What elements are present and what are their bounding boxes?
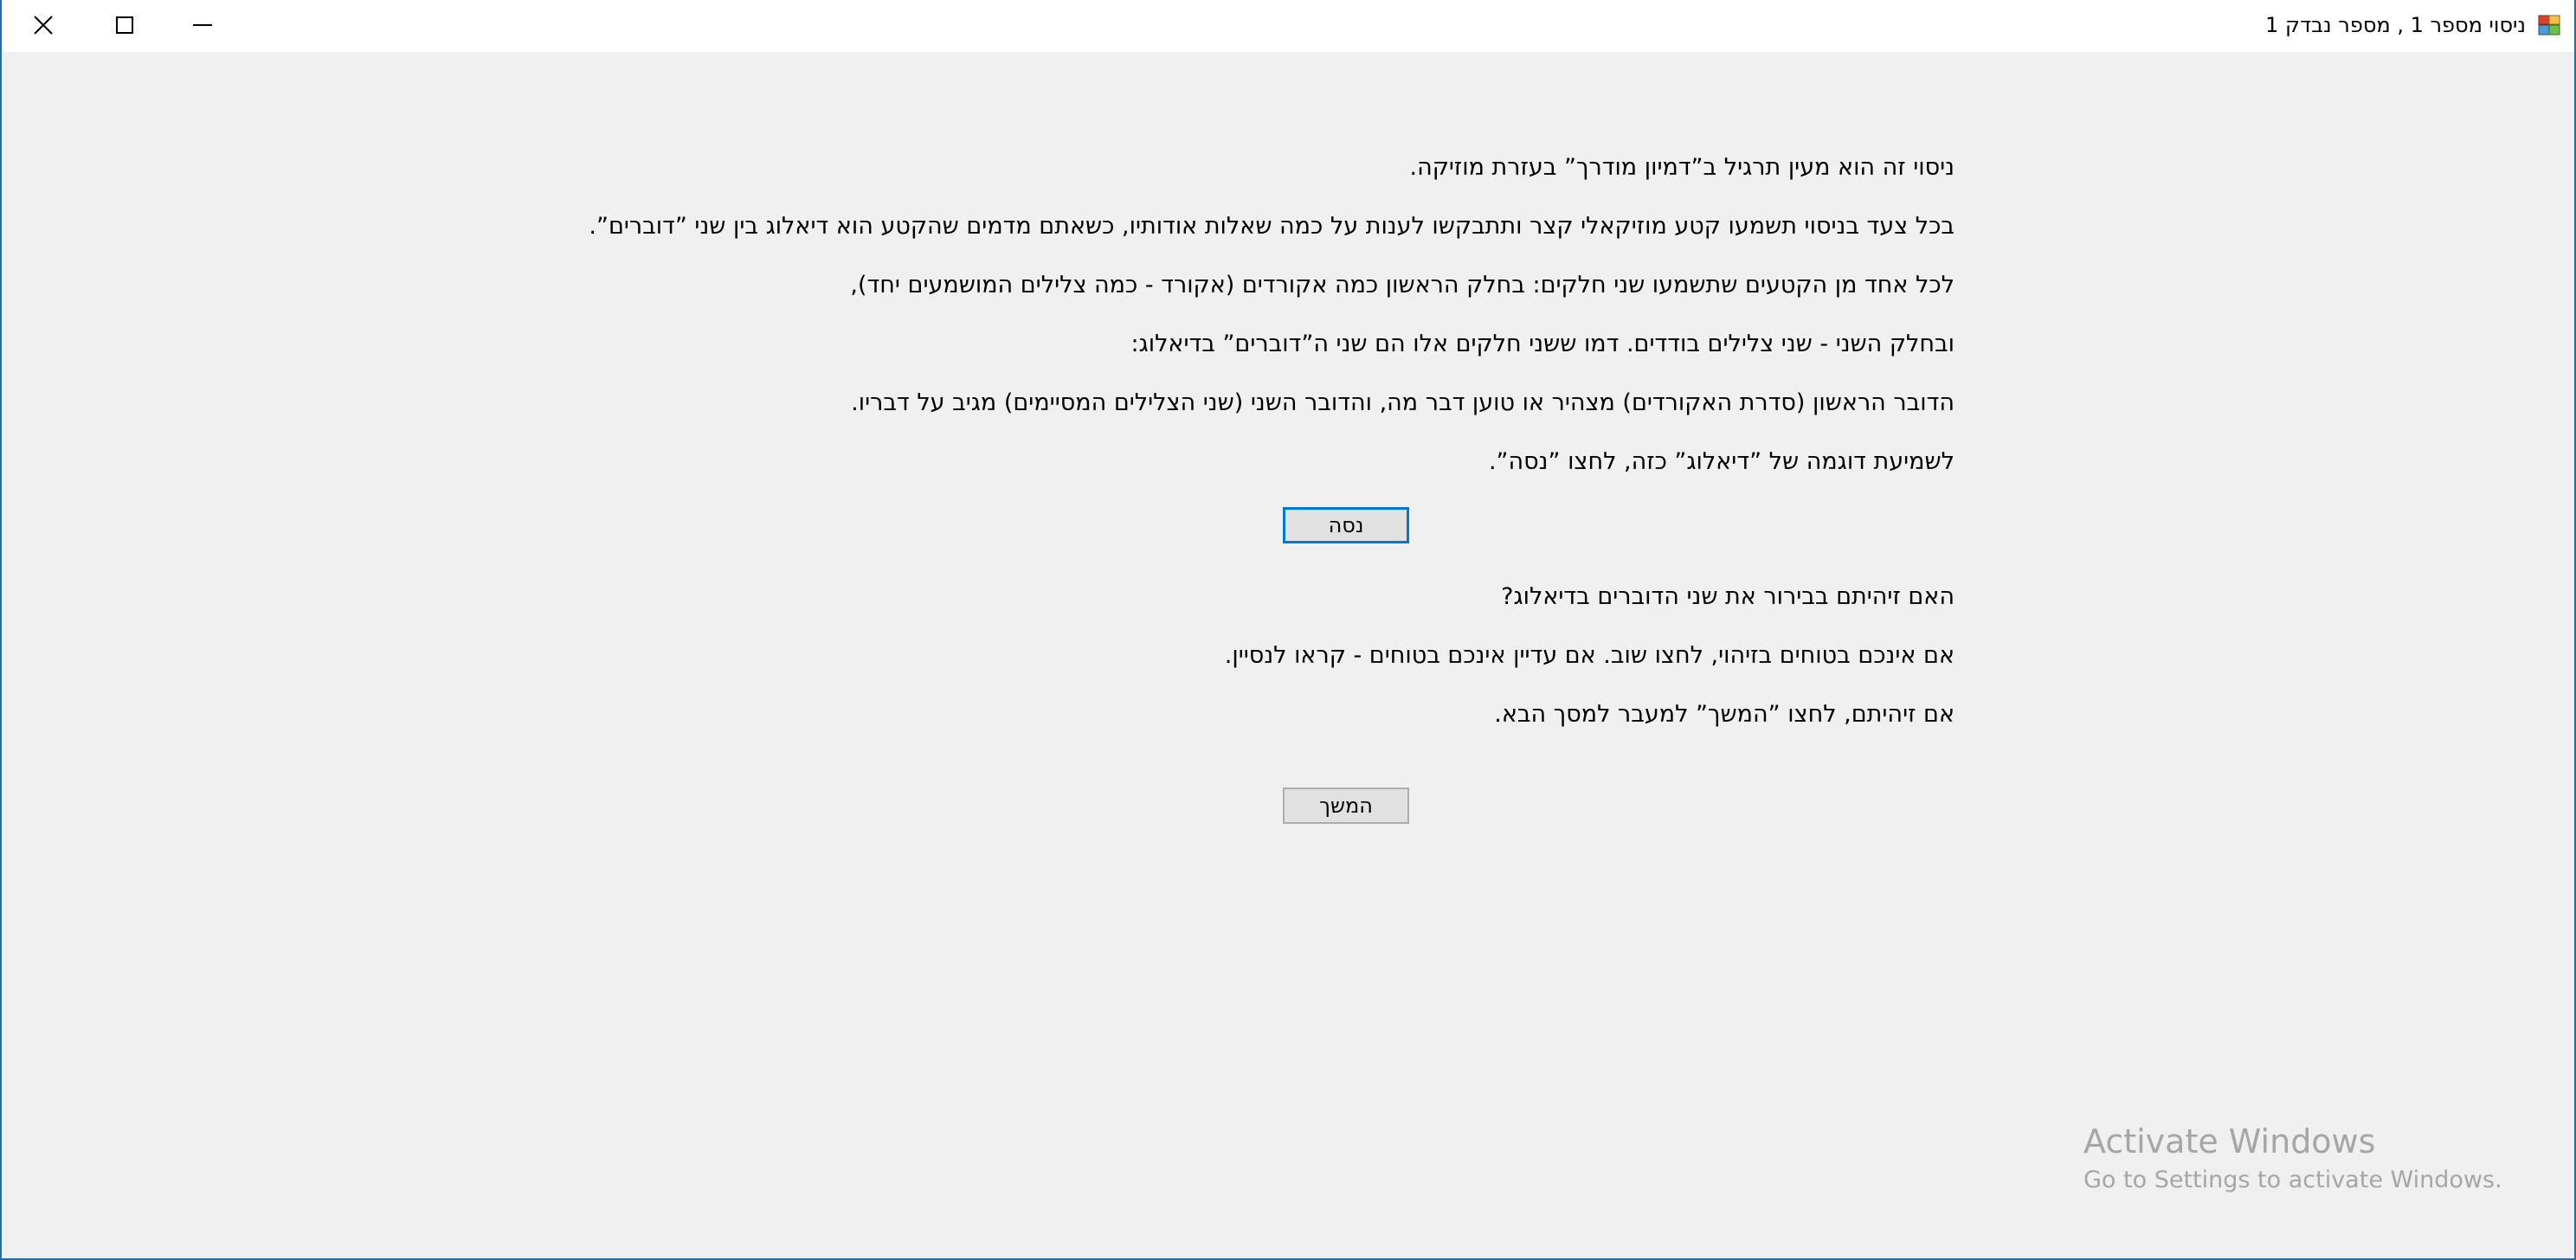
instruction-line-4: ובחלק השני - שני צלילים בודדים. דמו ששני… bbox=[1130, 331, 1955, 357]
minimize-button[interactable] bbox=[163, 0, 242, 50]
watermark-subtitle: Go to Settings to activate Windows. bbox=[2083, 1167, 2502, 1193]
instructions-panel: ניסוי זה הוא מעין תרגיל ב”דמיון מודרך” ב… bbox=[483, 145, 1955, 498]
questions-panel: האם זיהיתם בבירור את שני הדוברים בדיאלוג… bbox=[483, 575, 1955, 751]
watermark-title: Activate Windows bbox=[2083, 1122, 2376, 1160]
activate-windows-watermark: Activate Windows Go to Settings to activ… bbox=[2083, 1119, 2502, 1197]
app-window: ניסוי מספר 1 , מספר נבדק 1 ניסוי זה הוא … bbox=[0, 0, 2576, 1260]
title-area: ניסוי מספר 1 , מספר נבדק 1 bbox=[2265, 0, 2562, 50]
app-icon bbox=[2538, 15, 2560, 35]
window-title: ניסוי מספר 1 , מספר נבדק 1 bbox=[2265, 13, 2526, 37]
instruction-line-1: ניסוי זה הוא מעין תרגיל ב”דמיון מודרך” ב… bbox=[1409, 154, 1955, 181]
next-button[interactable]: המשך bbox=[1283, 788, 1409, 824]
instruction-line-5: הדובר הראשון (סדרת האקורדים) מצהיר או טו… bbox=[851, 389, 1955, 416]
minimize-icon bbox=[193, 24, 212, 26]
close-icon bbox=[34, 16, 53, 35]
maximize-icon bbox=[116, 16, 133, 34]
instruction-line-6: לשמיעת דוגמה של ”דיאלוג” כזה, לחצו ”נסה”… bbox=[1488, 448, 1955, 475]
question-line-2: אם אינכם בטוחים בזיהוי, לחצו שוב. אם עדי… bbox=[1224, 642, 1955, 669]
maximize-button[interactable] bbox=[85, 0, 164, 50]
instruction-line-2: בכל צעד בניסוי תשמעו קטע מוזיקאלי קצר ות… bbox=[589, 213, 1955, 240]
instruction-line-3: לכל אחד מן הקטעים שתשמעו שני חלקים: בחלק… bbox=[850, 272, 1955, 299]
question-line-1: האם זיהיתם בבירור את שני הדוברים בדיאלוג… bbox=[1501, 583, 1955, 610]
title-bar: ניסוי מספר 1 , מספר נבדק 1 bbox=[2, 0, 2574, 52]
try-button[interactable]: נסה bbox=[1283, 507, 1409, 543]
close-button[interactable] bbox=[3, 0, 83, 50]
question-line-3: אם זיהיתם, לחצו ”המשך” למעבר למסך הבא. bbox=[1494, 701, 1955, 728]
